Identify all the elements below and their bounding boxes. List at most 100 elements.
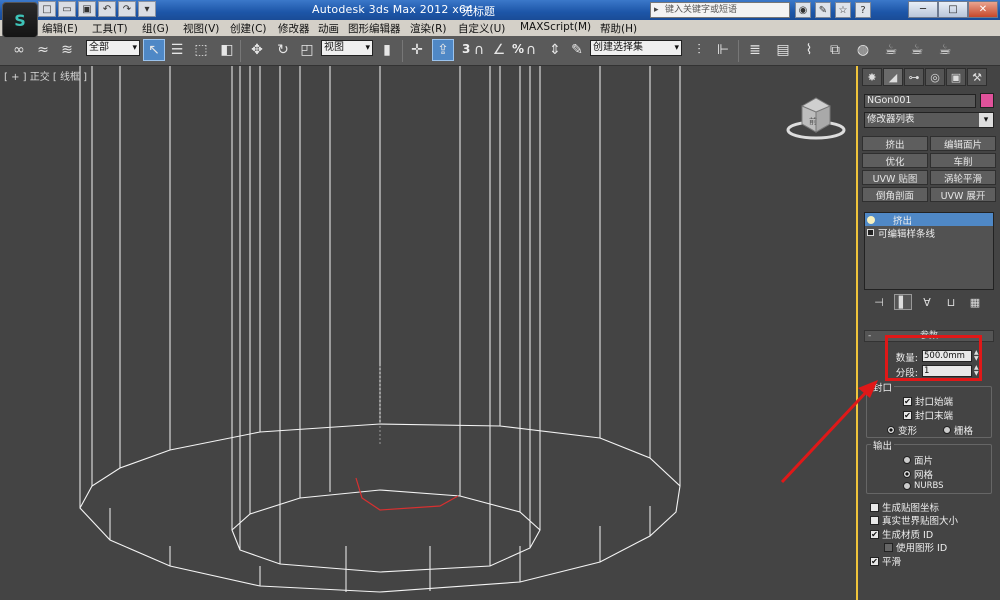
angle-snap-icon[interactable]: ∠ [488, 39, 510, 61]
expand-icon[interactable] [867, 229, 874, 236]
gen-map-coords-checkbox[interactable]: 生成贴图坐标 [870, 500, 939, 514]
tools-icon[interactable]: ✎ [815, 2, 831, 18]
rendered-frame-icon[interactable]: ☕ [906, 39, 928, 61]
patch-radio[interactable]: 面片 [903, 453, 933, 467]
uvw-map-button[interactable]: UVW 贴图 [862, 170, 928, 185]
menu-help[interactable]: 帮助(H) [600, 21, 637, 36]
pin-stack-icon[interactable]: ⊣ [870, 294, 888, 310]
percent-snap-icon[interactable]: ∩ [520, 39, 542, 61]
lathe-button[interactable]: 车削 [930, 153, 996, 168]
nurbs-radio[interactable]: NURBS [903, 481, 944, 491]
scale-icon[interactable]: ◰ [296, 39, 318, 61]
viewport-front[interactable]: [ + ] 正交 [ 线框 ] 前 [0, 66, 858, 600]
ribbon-icon[interactable]: ▤ [772, 39, 794, 61]
show-end-result-icon[interactable]: ▌ [894, 294, 912, 310]
optimize-button[interactable]: 优化 [862, 153, 928, 168]
turbosmooth-button[interactable]: 涡轮平滑 [930, 170, 996, 185]
search-input[interactable]: 键入关键字或短语 [650, 2, 790, 18]
cap-end-checkbox[interactable]: ✔ 封口末端 [903, 408, 953, 422]
minimize-button[interactable]: ─ [908, 1, 938, 18]
extrude-button[interactable]: 挤出 [862, 136, 928, 151]
menu-animation[interactable]: 动画 [318, 21, 339, 36]
morph-radio[interactable]: 变形 [887, 423, 917, 437]
bind-spacewarp-icon[interactable]: ≋ [56, 39, 78, 61]
menu-edit[interactable]: 编辑(E) [42, 21, 78, 36]
menu-create[interactable]: 创建(C) [230, 21, 267, 36]
align-icon[interactable]: ⊩ [712, 39, 734, 61]
redo-icon[interactable]: ↷ [118, 1, 136, 17]
mesh-radio[interactable]: 网格 [903, 467, 933, 481]
unlink-icon[interactable]: ≈ [32, 39, 54, 61]
save-icon[interactable]: ▣ [78, 1, 96, 17]
menu-group[interactable]: 组(G) [142, 21, 169, 36]
menu-graph-editors[interactable]: 图形编辑器 [348, 21, 401, 36]
object-color-swatch[interactable] [980, 93, 994, 108]
light-bulb-icon[interactable] [867, 215, 875, 224]
star-icon[interactable]: ☆ [835, 2, 851, 18]
render-setup-icon[interactable]: ☕ [880, 39, 902, 61]
menu-modifiers[interactable]: 修改器 [278, 21, 310, 36]
layer-manager-icon[interactable]: ≣ [744, 39, 766, 61]
gen-material-ids-checkbox[interactable]: ✔ 生成材质 ID [870, 527, 933, 541]
menu-rendering[interactable]: 渲染(R) [410, 21, 447, 36]
use-shape-ids-checkbox[interactable]: 使用图形 ID [884, 540, 947, 554]
region-select-icon[interactable]: ⬚ [190, 39, 212, 61]
material-editor-icon[interactable]: ◍ [852, 39, 874, 61]
undo-icon[interactable]: ↶ [98, 1, 116, 17]
select-by-name-icon[interactable]: ☰ [166, 39, 188, 61]
binoculars-icon[interactable]: ◉ [795, 2, 811, 18]
mirror-icon[interactable]: ⫶ [688, 39, 710, 61]
rotate-icon[interactable]: ↻ [272, 39, 294, 61]
edit-patch-button[interactable]: 编辑面片 [930, 136, 996, 151]
display-tab-icon[interactable]: ▣ [946, 68, 966, 86]
new-icon[interactable]: □ [38, 1, 56, 17]
keyboard-shortcut-override-icon[interactable]: ⇪ [432, 39, 454, 61]
edit-named-selection-icon[interactable]: ✎ [566, 39, 588, 61]
move-icon[interactable]: ✥ [246, 39, 268, 61]
selection-filter-dropdown[interactable]: 全部 [86, 40, 140, 56]
stack-item-extrude[interactable]: 挤出 [865, 213, 993, 227]
utilities-tab-icon[interactable]: ⚒ [967, 68, 987, 86]
menu-customize[interactable]: 自定义(U) [458, 21, 505, 36]
modifier-list-dropdown[interactable]: 修改器列表 ▾ [864, 112, 994, 128]
open-icon[interactable]: ▭ [58, 1, 76, 17]
output-group: 输出 面片 网格 NURBS [866, 438, 992, 494]
hierarchy-tab-icon[interactable]: ⊶ [904, 68, 924, 86]
viewcube-icon[interactable]: 前 [786, 94, 846, 140]
make-unique-icon[interactable]: ∀ [918, 294, 936, 310]
snap-magnet-icon[interactable]: ∩ [468, 39, 490, 61]
app-logo-icon[interactable]: S [2, 2, 38, 38]
schematic-view-icon[interactable]: ⧉ [824, 39, 846, 61]
close-button[interactable]: ✕ [968, 1, 998, 18]
spinner-snap-icon[interactable]: ⇕ [544, 39, 566, 61]
modify-tab-icon[interactable]: ◢ [883, 68, 903, 86]
bevel-profile-button[interactable]: 倒角剖面 [862, 187, 928, 202]
pivot-center-icon[interactable]: ▮ [376, 39, 398, 61]
motion-tab-icon[interactable]: ◎ [925, 68, 945, 86]
unwrap-uvw-button[interactable]: UVW 展开 [930, 187, 996, 202]
window-crossing-icon[interactable]: ◧ [216, 39, 238, 61]
object-name-field[interactable]: NGon001 [864, 94, 976, 108]
cap-start-checkbox[interactable]: ✔ 封口始端 [903, 394, 953, 408]
render-production-icon[interactable]: ☕ [934, 39, 956, 61]
remove-modifier-icon[interactable]: ⊔ [942, 294, 960, 310]
real-world-map-size-checkbox[interactable]: 真实世界贴图大小 [870, 513, 958, 527]
maximize-button[interactable]: □ [938, 1, 968, 18]
help-icon[interactable]: ? [855, 2, 871, 18]
menu-maxscript[interactable]: MAXScript(M) [520, 21, 591, 33]
menu-views[interactable]: 视图(V) [183, 21, 219, 36]
link-icon[interactable]: ∞ [8, 39, 30, 61]
select-object-icon[interactable]: ↖ [143, 39, 165, 61]
create-tab-icon[interactable]: ✸ [862, 68, 882, 86]
menu-tools[interactable]: 工具(T) [92, 21, 128, 36]
curve-editor-icon[interactable]: ⌇ [798, 39, 820, 61]
named-selection-dropdown[interactable]: 创建选择集 [590, 40, 682, 56]
grid-radio[interactable]: 栅格 [943, 423, 973, 437]
select-manipulate-icon[interactable]: ✛ [406, 39, 428, 61]
stack-item-editable-spline[interactable]: 可编辑样条线 [865, 226, 993, 240]
smooth-checkbox[interactable]: ✔ 平滑 [870, 554, 901, 568]
chevron-down-icon[interactable]: ▾ [979, 113, 993, 127]
dropdown-icon[interactable]: ▾ [138, 1, 156, 17]
configure-sets-icon[interactable]: ▦ [966, 294, 984, 310]
reference-coordinate-dropdown[interactable]: 视图 [321, 40, 373, 56]
